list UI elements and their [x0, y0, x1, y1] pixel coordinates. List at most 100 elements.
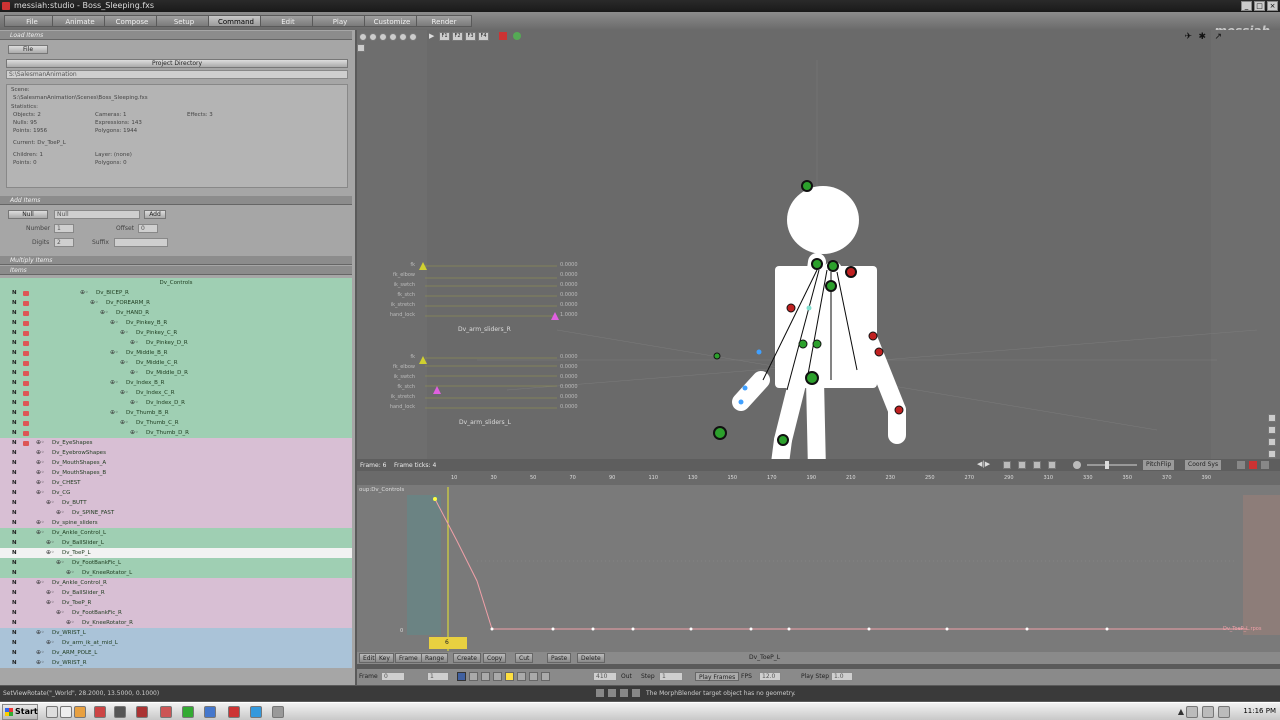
fit-icon[interactable]	[1268, 450, 1276, 458]
rotate-icon[interactable]	[1268, 438, 1276, 446]
menu-edit[interactable]: Edit	[260, 15, 316, 27]
expand-toggle-icon[interactable]: ⊕◦	[66, 618, 75, 628]
expand-toggle-icon[interactable]: ⊕◦	[36, 648, 45, 658]
expand-toggle-icon[interactable]: ⊕◦	[120, 388, 129, 398]
tree-row[interactable]: N ⊕◦ Dv_arm_ik_at_mid_L	[0, 638, 352, 648]
view-tools[interactable]	[1003, 461, 1063, 469]
motion-graph[interactable]	[357, 471, 1280, 652]
expand-toggle-icon[interactable]: ⊕◦	[80, 288, 89, 298]
status-icon[interactable]	[596, 689, 604, 697]
fps-field[interactable]: 12.0	[759, 672, 781, 681]
taskbar-clock[interactable]: 11:16 PM	[1243, 707, 1276, 715]
frame-field[interactable]: 0	[381, 672, 405, 681]
visibility-toggle-icon[interactable]	[23, 331, 29, 336]
tool-icon[interactable]	[1048, 461, 1056, 469]
snap-icon[interactable]	[513, 32, 521, 40]
messiah-icon[interactable]	[136, 706, 148, 718]
tree-row[interactable]: N ⊕◦ Dv_EyeShapes	[0, 438, 352, 448]
app-icon[interactable]	[160, 706, 172, 718]
tree-row[interactable]: N ⊕◦ Dv_CG	[0, 488, 352, 498]
expand-toggle-icon[interactable]: ⊕◦	[130, 398, 139, 408]
visibility-toggle-icon[interactable]	[23, 391, 29, 396]
start-button[interactable]: Start	[2, 704, 38, 720]
tool-icon[interactable]	[1003, 461, 1011, 469]
expand-toggle-icon[interactable]: ⊕◦	[46, 498, 55, 508]
tree-row[interactable]: N ⊕◦ Dv_Ankle_Control_L	[0, 528, 352, 538]
expand-toggle-icon[interactable]: ⊕◦	[36, 448, 45, 458]
tree-row[interactable]: N ⊕◦ Dv_FootBankFic_L	[0, 558, 352, 568]
visibility-toggle-icon[interactable]	[23, 351, 29, 356]
expand-toggle-icon[interactable]: ⊕◦	[100, 308, 109, 318]
graph-delete-button[interactable]: Delete	[577, 653, 605, 663]
stop-icon[interactable]	[1249, 461, 1257, 469]
graph-paste-button[interactable]: Paste	[547, 653, 572, 663]
visibility-toggle-icon[interactable]	[23, 341, 29, 346]
view-circle-icon[interactable]	[389, 33, 397, 41]
tree-row[interactable]: N ⊕◦ Dv_Thumb_B_R	[0, 408, 352, 418]
tree-row[interactable]: N ⊕◦ Dv_Middle_B_R	[0, 348, 352, 358]
tree-row[interactable]: N ⊕◦ Dv_BUTT	[0, 498, 352, 508]
figure-icon[interactable]: ✱	[1198, 32, 1206, 42]
tree-row[interactable]: N ⊕◦ Dv_BallSlider_R	[0, 588, 352, 598]
app-icon[interactable]	[250, 706, 262, 718]
volume-icon[interactable]	[1218, 706, 1230, 718]
expand-toggle-icon[interactable]: ⊕◦	[46, 538, 55, 548]
visibility-toggle-icon[interactable]	[23, 421, 29, 426]
play-frames-button[interactable]: Play Frames	[695, 672, 740, 681]
visibility-toggle-icon[interactable]	[23, 441, 29, 446]
add-items-header[interactable]: Add Items	[0, 196, 352, 205]
expand-toggle-icon[interactable]: ⊕◦	[90, 298, 99, 308]
browser-icon[interactable]	[74, 706, 86, 718]
tray-arrow-icon[interactable]: ▲	[1178, 707, 1184, 716]
view-circle-icon[interactable]	[399, 33, 407, 41]
tool-icon[interactable]	[1018, 461, 1026, 469]
tree-row[interactable]: N ⊕◦ Dv_Index_C_R	[0, 388, 352, 398]
expand-toggle-icon[interactable]: ⊕◦	[36, 468, 45, 478]
visibility-toggle-icon[interactable]	[23, 291, 29, 296]
tree-row[interactable]: N ⊕◦ Dv_MouthShapes_A	[0, 458, 352, 468]
app-icon[interactable]	[94, 706, 106, 718]
out-field[interactable]: 410	[593, 672, 617, 681]
multiply-items-header[interactable]: Multiply Items	[0, 256, 352, 265]
expand-toggle-icon[interactable]: ⊕◦	[36, 518, 45, 528]
play-arrow-icon[interactable]: ▶	[429, 32, 434, 40]
menu-command[interactable]: Command	[208, 15, 264, 27]
expand-toggle-icon[interactable]: ⊕◦	[46, 548, 55, 558]
tree-row[interactable]: N ⊕◦ Dv_SPINE_FAST	[0, 508, 352, 518]
expand-toggle-icon[interactable]: ⊕◦	[36, 578, 45, 588]
zoom-slider[interactable]	[1087, 461, 1137, 469]
expand-toggle-icon[interactable]: ⊕◦	[56, 608, 65, 618]
graph-create-button[interactable]: Create	[453, 653, 481, 663]
number-field[interactable]: 1	[54, 224, 74, 233]
expand-toggle-icon[interactable]: ⊕◦	[110, 318, 119, 328]
forward-icon[interactable]	[517, 672, 526, 681]
expand-toggle-icon[interactable]: ⊕◦	[36, 478, 45, 488]
file-button[interactable]: File	[8, 45, 48, 54]
app-icon[interactable]	[204, 706, 216, 718]
timeline-panel[interactable]: 10 30 50 70 90 110 130 150 170 190 210 230 250 270 290…	[357, 471, 1280, 652]
f3-button[interactable]: F3	[465, 32, 476, 41]
tray-icon[interactable]	[1186, 706, 1198, 718]
minimize-button[interactable]: _	[1241, 1, 1252, 11]
tree-title[interactable]: Dv_Controls	[0, 278, 352, 288]
tree-row[interactable]: N ⊕◦ Dv_KneeRotator_R	[0, 618, 352, 628]
tree-row[interactable]: N ⊕◦ Dv_Pinkey_C_R	[0, 328, 352, 338]
visibility-toggle-icon[interactable]	[23, 371, 29, 376]
axis-icon[interactable]: ↗	[1214, 32, 1222, 42]
tree-row[interactable]: N ⊕◦ Dv_MouthShapes_B	[0, 468, 352, 478]
visibility-toggle-icon[interactable]	[23, 301, 29, 306]
project-path-field[interactable]: S:\SalesmanAnimation	[6, 70, 348, 79]
tree-row[interactable]: N ⊕◦ Dv_WRIST_R	[0, 658, 352, 668]
record-icon[interactable]	[499, 32, 507, 40]
3d-viewport[interactable]: ▶ F1 F2 F3 F4 ✈ ✱ ↗ fk fk_elbow ik_swtch…	[357, 30, 1280, 471]
rewind-icon[interactable]	[469, 672, 478, 681]
tree-row[interactable]: N ⊕◦ Dv_ToeP_L	[0, 548, 352, 558]
play-icon[interactable]	[457, 672, 466, 681]
tree-row[interactable]: N ⊕◦ Dv_ARM_POLE_L	[0, 648, 352, 658]
project-directory-button[interactable]: Project Directory	[6, 59, 348, 68]
visibility-toggle-icon[interactable]	[23, 411, 29, 416]
expand-toggle-icon[interactable]: ⊕◦	[36, 488, 45, 498]
pan-icon[interactable]	[1268, 426, 1276, 434]
view-circle-icon[interactable]	[359, 33, 367, 41]
step-field[interactable]: 1	[659, 672, 683, 681]
